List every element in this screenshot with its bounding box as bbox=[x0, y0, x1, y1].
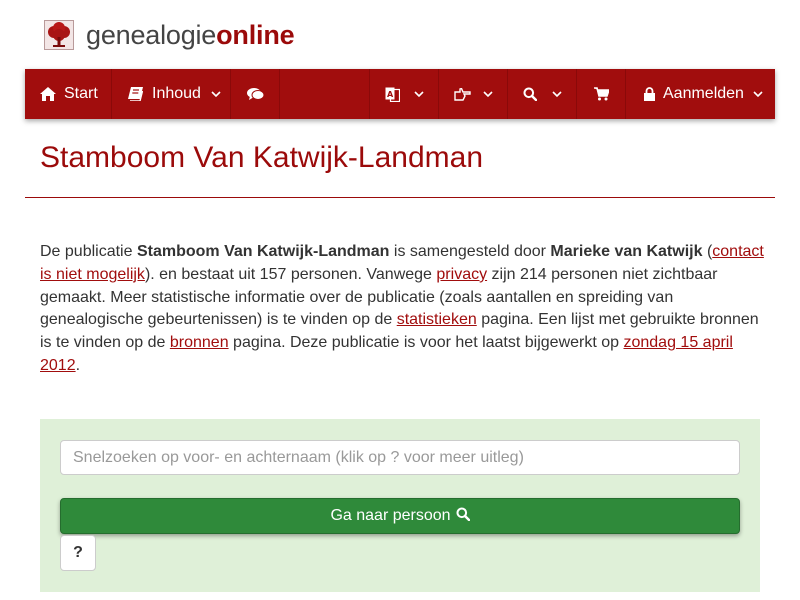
nav-search[interactable] bbox=[508, 69, 577, 119]
book-icon bbox=[128, 87, 143, 101]
intro-text: ( bbox=[702, 243, 713, 260]
nav-inhoud-label: Inhoud bbox=[152, 85, 201, 102]
lock-icon bbox=[644, 87, 655, 101]
nav-share[interactable] bbox=[439, 69, 508, 119]
go-to-person-button[interactable]: Ga naar persoon bbox=[60, 498, 740, 534]
shopping-cart-icon bbox=[593, 87, 609, 101]
intro-text: pagina. Deze publicatie is voor het laat… bbox=[228, 334, 624, 352]
nav-language[interactable]: A bbox=[370, 69, 439, 119]
page-title: Stamboom Van Katwijk-Landman bbox=[40, 141, 483, 174]
chevron-down-icon bbox=[753, 90, 763, 98]
nav-login-label: Aanmelden bbox=[663, 85, 744, 102]
privacy-link[interactable]: privacy bbox=[436, 266, 487, 283]
chevron-down-icon bbox=[414, 90, 424, 98]
hand-pointer-icon bbox=[454, 87, 471, 101]
nav-login[interactable]: Aanmelden bbox=[626, 69, 775, 119]
chevron-down-icon bbox=[552, 90, 562, 98]
chevron-down-icon bbox=[483, 90, 493, 98]
search-icon bbox=[451, 507, 470, 526]
chevron-down-icon bbox=[211, 90, 221, 98]
language-icon: A bbox=[385, 87, 400, 102]
comments-icon bbox=[246, 87, 264, 101]
site-header: genealogieonline bbox=[44, 18, 295, 52]
nav-start-label: Start bbox=[64, 85, 98, 102]
quick-search-input[interactable] bbox=[60, 440, 740, 475]
intro-text: is samengesteld door bbox=[389, 243, 551, 260]
nav-inhoud[interactable]: Inhoud bbox=[112, 69, 231, 119]
nav-shop[interactable] bbox=[577, 69, 626, 119]
sources-link[interactable]: bronnen bbox=[170, 334, 229, 351]
publication-name: Stamboom Van Katwijk-Landman bbox=[136, 243, 390, 260]
go-to-person-label: Ga naar persoon bbox=[330, 507, 451, 524]
site-logo-text[interactable]: genealogieonline bbox=[86, 19, 295, 51]
svg-text:A: A bbox=[387, 90, 394, 99]
nav-spacer bbox=[280, 69, 370, 119]
nav-forum[interactable] bbox=[231, 69, 280, 119]
tree-icon[interactable] bbox=[44, 20, 74, 50]
nav-start[interactable]: Start bbox=[25, 69, 112, 119]
logo-text-part1: genealogie bbox=[86, 20, 217, 50]
statistics-link[interactable]: statistieken bbox=[397, 311, 477, 328]
main-navbar: Start Inhoud A Aanmelden bbox=[25, 69, 775, 119]
intro-text: De publicatie bbox=[40, 243, 137, 260]
publication-intro: De publicatie Stamboom Van Katwijk-Landm… bbox=[40, 241, 770, 378]
home-icon bbox=[40, 87, 56, 101]
logo-text-part2: online bbox=[216, 20, 295, 50]
search-help-button[interactable]: ? bbox=[60, 535, 96, 571]
search-icon bbox=[523, 87, 537, 101]
intro-text: . bbox=[75, 356, 81, 374]
title-divider bbox=[25, 197, 775, 198]
quick-search-panel: Ga naar persoon ? bbox=[40, 419, 760, 592]
intro-text: ). en bestaat uit 157 personen. Vanwege bbox=[144, 265, 437, 283]
author-name: Marieke van Katwijk bbox=[550, 243, 703, 260]
